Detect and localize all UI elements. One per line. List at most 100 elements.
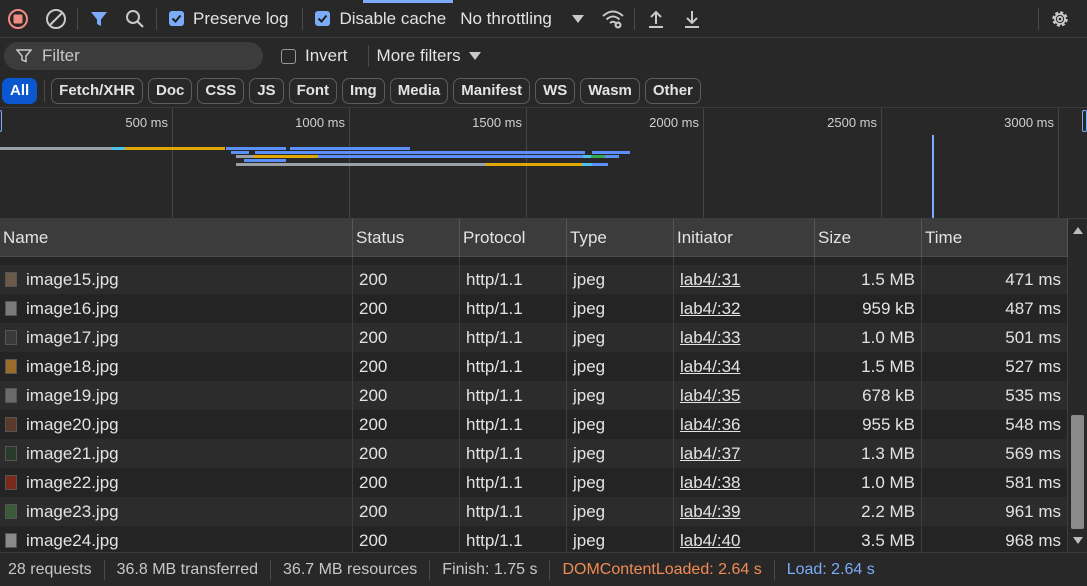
request-time: 501 ms [922,323,1068,352]
request-name-text: image17.jpg [26,327,119,347]
table-row[interactable]: image19.jpg 200 http/1.1 jpeg lab4/:35 678 kB… [0,381,1068,410]
preserve-log-checkbox[interactable]: Preserve log [169,4,288,34]
request-protocol-text: http/1.1 [466,385,523,405]
request-status: 200 [353,410,460,439]
scroll-up-icon[interactable] [1073,227,1083,234]
chevron-down-icon [468,52,481,60]
type-filter-manifest[interactable]: Manifest [453,77,531,104]
table-row[interactable]: image23.jpg 200 http/1.1 jpeg lab4/:39 2.2 MB… [0,497,1068,526]
toolbar-divider [633,7,635,30]
request-initiator-link[interactable]: lab4/:37 [674,439,815,468]
request-name-text: image16.jpg [26,298,119,318]
request-name: image16.jpg [0,294,353,323]
type-filter-doc[interactable]: Doc [148,77,193,104]
table-row[interactable]: image17.jpg 200 http/1.1 jpeg lab4/:33 1.0 MB… [0,323,1068,352]
table-row[interactable]: image16.jpg 200 http/1.1 jpeg lab4/:32 959 kB… [0,294,1068,323]
type-filter-img[interactable]: Img [342,77,385,104]
checkbox-unchecked-icon[interactable] [281,48,296,64]
clear-icon[interactable] [41,4,71,34]
request-time: 569 ms [922,439,1068,468]
type-filter-css[interactable]: CSS [197,77,245,104]
request-type: jpeg [567,497,674,526]
filter-icon[interactable] [84,4,114,34]
table-scrollbar[interactable] [1068,219,1087,552]
request-initiator-link-text: lab4/:34 [680,356,741,376]
request-name: image17.jpg [0,323,353,352]
settings-icon[interactable] [1045,4,1075,34]
more-filters-dropdown[interactable]: More filters [377,46,481,66]
request-size: 955 kB [815,410,922,439]
table-row[interactable]: image24.jpg 200 http/1.1 jpeg lab4/:40 3.5 MB… [0,526,1068,552]
type-filter-js[interactable]: JS [249,77,284,104]
column-header-size[interactable]: Size [815,219,922,257]
request-initiator-link-text: lab4/:36 [680,414,741,434]
request-time-text: 501 ms [1005,327,1061,347]
checkbox-checked-icon[interactable] [315,11,331,26]
table-cell [460,257,567,265]
request-protocol: http/1.1 [460,352,567,381]
checkbox-checked-icon[interactable] [169,11,184,26]
request-initiator-link[interactable]: lab4/:36 [674,410,815,439]
request-initiator-link[interactable]: lab4/:40 [674,526,815,552]
type-filter-other[interactable]: Other [644,77,701,104]
request-bar [236,155,254,158]
request-bar [125,147,225,150]
request-initiator-link[interactable]: lab4/:38 [674,468,815,497]
type-filter-font[interactable]: Font [288,77,338,104]
left-range-handle[interactable] [0,110,2,132]
more-filters-label: More filters [376,46,461,65]
scrollbar-thumb[interactable] [1071,415,1084,529]
request-protocol-text: http/1.1 [466,269,523,289]
type-filter-all[interactable]: All [2,77,38,104]
request-bar [486,163,582,166]
export-icon[interactable] [677,4,707,34]
request-name: image24.jpg [0,526,353,552]
scroll-down-icon[interactable] [1073,537,1083,544]
right-range-handle[interactable] [1082,110,1087,132]
request-size: 3.5 MB [815,526,922,552]
request-size-text: 1.3 MB [861,443,915,463]
request-time-text: 569 ms [1005,443,1061,463]
type-filter-wasm[interactable]: Wasm [580,77,640,104]
type-filter-media[interactable]: Media [389,77,449,104]
network-overview-timeline[interactable]: 500 ms 1000 ms 1500 ms 2000 ms 2500 ms 3… [0,108,1087,219]
disable-cache-checkbox[interactable]: Disable cache [315,4,446,34]
request-protocol-text: http/1.1 [466,356,523,376]
invert-checkbox[interactable]: Invert [281,46,348,66]
record-stop-icon[interactable] [3,4,33,34]
column-header-time[interactable]: Time [922,219,1068,257]
filter-input[interactable]: Filter [4,42,263,70]
column-header-status[interactable]: Status [353,219,460,257]
request-initiator-link[interactable]: lab4/:35 [674,381,815,410]
import-icon[interactable] [641,4,671,34]
request-protocol: http/1.1 [460,468,567,497]
table-row[interactable]: image15.jpg 200 http/1.1 jpeg lab4/:31 1.5 MB… [0,265,1068,294]
image-thumbnail-icon [5,359,17,374]
table-cell [815,257,922,265]
throttling-select[interactable]: No throttling [460,9,584,29]
network-conditions-icon[interactable] [598,4,628,34]
request-name-text: image21.jpg [26,443,119,463]
summary-bar: 28 requests 36.8 MB transferred 36.7 MB … [0,552,1087,586]
table-row[interactable]: image20.jpg 200 http/1.1 jpeg lab4/:36 955 kB… [0,410,1068,439]
table-row[interactable]: image18.jpg 200 http/1.1 jpeg lab4/:34 1.5 MB… [0,352,1068,381]
search-icon[interactable] [120,4,150,34]
type-filter-fetch-xhr[interactable]: Fetch/XHR [51,77,144,104]
request-initiator-link[interactable]: lab4/:31 [674,265,815,294]
request-type: jpeg [567,526,674,552]
column-header-type[interactable]: Type [567,219,674,257]
request-size: 1.0 MB [815,323,922,352]
table-row[interactable]: image22.jpg 200 http/1.1 jpeg lab4/:38 1.0 MB… [0,468,1068,497]
request-size-text: 2.2 MB [861,501,915,521]
request-initiator-link[interactable]: lab4/:39 [674,497,815,526]
grid-line [881,108,882,218]
request-initiator-link[interactable]: lab4/:34 [674,352,815,381]
column-header-protocol[interactable]: Protocol [460,219,567,257]
request-initiator-link-text: lab4/:31 [680,269,741,289]
request-initiator-link[interactable]: lab4/:32 [674,294,815,323]
column-header-name[interactable]: Name [0,219,353,257]
request-initiator-link[interactable]: lab4/:33 [674,323,815,352]
column-header-initiator[interactable]: Initiator [674,219,815,257]
table-row[interactable]: image21.jpg 200 http/1.1 jpeg lab4/:37 1.3 MB… [0,439,1068,468]
type-filter-ws[interactable]: WS [535,77,576,104]
